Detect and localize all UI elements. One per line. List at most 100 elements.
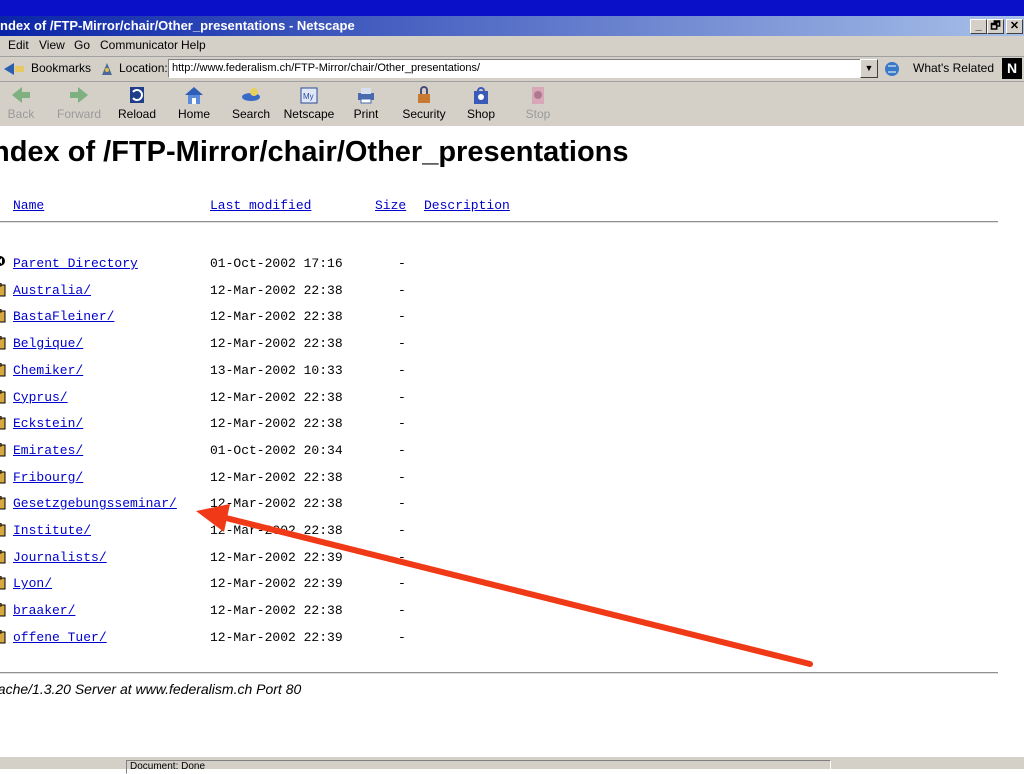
navigation-toolbar: Back Forward Reload Home Search My Netsc…: [0, 82, 1024, 127]
back-label: Back: [7, 107, 35, 121]
directory-row: braaker/12-Mar-2002 22:38 -: [0, 601, 520, 621]
bookmarks-icon[interactable]: [2, 61, 28, 77]
sort-by-last-modified-link[interactable]: Last modified: [210, 198, 311, 213]
directory-row: Eckstein/12-Mar-2002 22:38 -: [0, 414, 520, 434]
home-button[interactable]: Home: [166, 84, 222, 124]
directory-link[interactable]: Emirates/: [13, 443, 83, 458]
url-dropdown-button[interactable]: ▼: [860, 59, 878, 78]
directory-link[interactable]: Journalists/: [13, 550, 107, 565]
directory-row: Australia/12-Mar-2002 22:38 -: [0, 281, 520, 301]
minimize-button[interactable]: _: [970, 19, 987, 34]
size-value: -: [398, 362, 406, 378]
menu-communicator[interactable]: Communicator: [100, 38, 178, 52]
stop-button[interactable]: Stop: [510, 84, 566, 124]
directory-link[interactable]: Gesetzgebungsseminar/: [13, 496, 177, 511]
directory-row: offene Tuer/12-Mar-2002 22:39 -: [0, 628, 520, 648]
footer-divider: [0, 672, 998, 674]
folder-icon[interactable]: [0, 362, 6, 377]
directory-link[interactable]: Cyprus/: [13, 390, 68, 405]
back-button[interactable]: Back: [0, 84, 49, 124]
directory-link[interactable]: offene Tuer/: [13, 630, 107, 645]
netscape-button[interactable]: My Netscape: [281, 84, 337, 124]
directory-row: Belgique/12-Mar-2002 22:38 -: [0, 334, 520, 354]
folder-icon[interactable]: [0, 336, 6, 350]
folder-icon[interactable]: [0, 469, 6, 484]
netscape-icon: My: [300, 87, 318, 104]
forward-label: Forward: [56, 107, 101, 121]
sort-by-name-link[interactable]: Name: [13, 198, 44, 213]
last-modified-value: 13-Mar-2002 10:33: [210, 362, 343, 378]
whats-related-button[interactable]: What's Related: [913, 61, 994, 75]
shop-button[interactable]: Shop: [453, 84, 509, 124]
menu-edit[interactable]: Edit: [8, 38, 29, 52]
menu-view[interactable]: View: [39, 38, 65, 52]
last-modified-value: 01-Oct-2002 20:34: [210, 442, 343, 458]
size-value: -: [398, 629, 406, 645]
folder-icon[interactable]: [0, 603, 6, 617]
directory-link[interactable]: Chemiker/: [13, 363, 83, 378]
directory-link[interactable]: Institute/: [13, 523, 91, 538]
security-button[interactable]: Security: [396, 84, 452, 124]
reload-label: Reload: [117, 107, 157, 121]
directory-row: Journalists/12-Mar-2002 22:39 -: [0, 548, 520, 568]
folder-icon[interactable]: [0, 629, 6, 644]
window-title: ndex of /FTP-Mirror/chair/Other_presenta…: [0, 18, 355, 33]
folder-icon[interactable]: [0, 389, 6, 404]
server-signature: pache/1.3.20 Server at www.federalism.ch…: [0, 681, 302, 697]
last-modified-value: 12-Mar-2002 22:39: [210, 629, 343, 645]
last-modified-value: 12-Mar-2002 22:38: [210, 389, 343, 405]
header-divider: [0, 221, 998, 223]
directory-link[interactable]: Parent Directory: [13, 256, 138, 271]
folder-icon[interactable]: [0, 416, 6, 430]
folder-icon[interactable]: [0, 282, 6, 297]
folder-icon[interactable]: [0, 549, 6, 564]
directory-link[interactable]: Lyon/: [13, 576, 52, 591]
search-button[interactable]: Search: [223, 84, 279, 124]
print-button[interactable]: Print: [338, 84, 394, 124]
location-icon[interactable]: [99, 61, 115, 77]
last-modified-value: 12-Mar-2002 22:39: [210, 576, 343, 592]
home-icon: [185, 87, 203, 104]
back-arrow-icon: [12, 87, 30, 103]
menu-bar: Edit View Go Communicator Help: [0, 36, 1024, 57]
directory-link[interactable]: Belgique/: [13, 336, 83, 351]
search-icon: [242, 88, 260, 101]
folder-icon[interactable]: [0, 496, 6, 510]
directory-link[interactable]: Eckstein/: [13, 416, 83, 431]
size-value: -: [398, 309, 406, 325]
folder-icon[interactable]: [0, 309, 6, 323]
bookmarks-button[interactable]: Bookmarks: [31, 61, 91, 75]
last-modified-value: 12-Mar-2002 22:38: [210, 469, 343, 485]
reload-button[interactable]: Reload: [109, 84, 165, 124]
directory-row: Emirates/01-Oct-2002 20:34 -: [0, 441, 520, 461]
directory-row: BastaFleiner/12-Mar-2002 22:38 -: [0, 307, 520, 327]
directory-link[interactable]: braaker/: [13, 603, 75, 618]
netscape-logo[interactable]: N: [1002, 58, 1022, 79]
folder-icon[interactable]: [0, 576, 6, 590]
size-value: -: [398, 496, 406, 512]
page-content: ndex of /FTP-Mirror/chair/Other_presenta…: [0, 128, 1024, 756]
last-modified-value: 12-Mar-2002 22:39: [210, 549, 343, 565]
size-value: -: [398, 549, 406, 565]
maximize-button[interactable]: 🗗: [987, 19, 1004, 34]
back-icon[interactable]: [0, 256, 6, 270]
directory-link[interactable]: Australia/: [13, 283, 91, 298]
last-modified-value: 01-Oct-2002 17:16: [210, 256, 343, 271]
whats-related-icon[interactable]: [882, 60, 910, 78]
sort-by-description-link[interactable]: Description: [424, 198, 510, 213]
close-button[interactable]: ✕: [1006, 19, 1023, 34]
size-value: -: [398, 416, 406, 432]
directory-row: Parent Directory 01-Oct-2002 17:16 -: [0, 254, 520, 274]
directory-link[interactable]: BastaFleiner/: [13, 309, 114, 324]
directory-link[interactable]: Fribourg/: [13, 470, 83, 485]
stop-icon: [532, 87, 544, 104]
url-input[interactable]: http://www.federalism.ch/FTP-Mirror/chai…: [168, 59, 863, 78]
folder-icon[interactable]: [0, 442, 6, 457]
sort-by-size-link[interactable]: Size: [375, 198, 406, 213]
window-titlebar: ndex of /FTP-Mirror/chair/Other_presenta…: [0, 0, 1024, 36]
last-modified-value: 12-Mar-2002 22:38: [210, 336, 343, 352]
menu-go[interactable]: Go: [74, 38, 90, 52]
forward-button[interactable]: Forward: [51, 84, 107, 124]
menu-help[interactable]: Help: [181, 38, 206, 52]
folder-icon[interactable]: [0, 523, 6, 537]
